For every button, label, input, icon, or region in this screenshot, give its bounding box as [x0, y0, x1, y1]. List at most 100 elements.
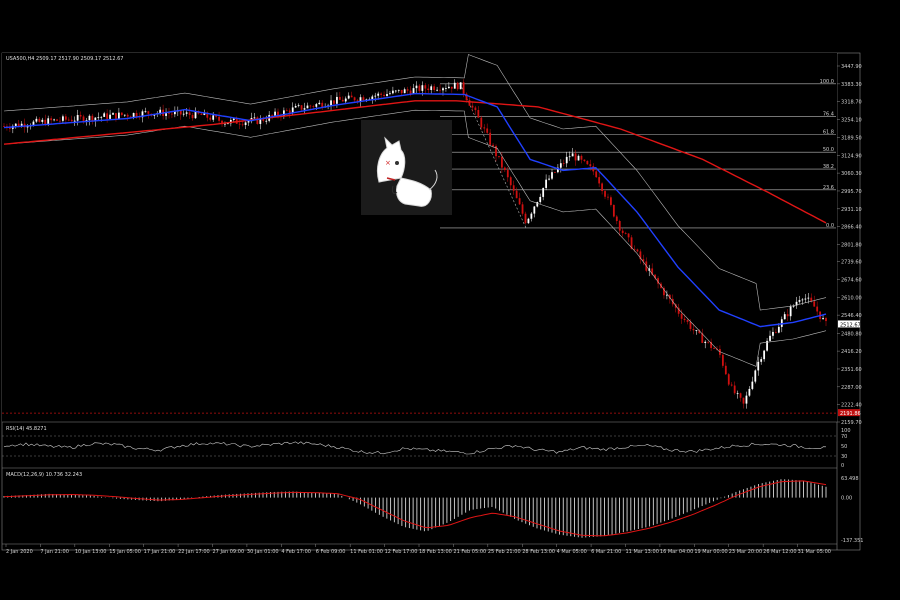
candle-body [789, 306, 792, 317]
candle-body [515, 190, 518, 199]
candle-body [135, 112, 138, 117]
candle-body [26, 126, 29, 128]
candle-body [244, 122, 247, 126]
candle-body [604, 191, 606, 197]
candle-body [589, 164, 592, 167]
candle-body [492, 144, 494, 146]
candle-body [35, 118, 38, 122]
candle-body [786, 314, 789, 317]
price-tick-label: 3189.50 [841, 135, 862, 141]
candle-body [70, 119, 73, 122]
rsi-label: RSI(14) 45.8271 [6, 426, 47, 432]
candle-body [521, 204, 524, 214]
price-tick-label: 2416.20 [841, 349, 862, 355]
candle-body [64, 116, 67, 120]
time-tick-label: 7 Jan 21:00 [40, 549, 68, 555]
candle-body [571, 153, 574, 157]
candle-body [730, 384, 733, 386]
candle-body [427, 88, 430, 91]
trading-chart-window: USA500,H4 2509.17 2517.90 2509.17 2512.6… [0, 0, 900, 600]
candle-body [562, 163, 565, 165]
macd-tick-label: 0.00 [841, 496, 852, 502]
candle-body [76, 115, 79, 121]
candle-body [73, 120, 76, 122]
candle-body [686, 320, 689, 322]
time-tick-label: 11 Mar 13:00 [626, 549, 659, 555]
time-tick-label: 16 Mar 04:00 [660, 549, 693, 555]
candle-body [56, 119, 58, 121]
time-tick-label: 10 Jan 13:00 [75, 549, 107, 555]
candle-body [112, 113, 114, 115]
candle-body [309, 105, 312, 107]
candle-body [188, 112, 191, 115]
price-tick-label: 2674.60 [841, 278, 862, 284]
candle-body [59, 120, 61, 122]
candle-body [751, 381, 754, 389]
fib-level-label: 100.0 [820, 79, 834, 85]
candle-body [707, 341, 710, 343]
price-tick-label: 3124.90 [841, 153, 862, 159]
candle-body [615, 216, 618, 222]
candle-body [403, 89, 406, 94]
candle-body [471, 105, 474, 108]
price-tick-label: 2801.80 [841, 243, 862, 249]
candle-body [353, 97, 356, 101]
price-tick-label: 2546.40 [841, 313, 862, 319]
candle-body [733, 385, 736, 394]
time-tick-label: 23 Mar 20:00 [729, 549, 762, 555]
macd-tick-label: -137.351 [841, 538, 863, 544]
time-tick-label: 12 Feb 17:00 [385, 549, 418, 555]
current-price-label: 2512.67 [838, 320, 861, 328]
candle-body [721, 354, 724, 366]
time-tick-label: 18 Feb 13:00 [419, 549, 452, 555]
candle-body [807, 297, 810, 299]
main-price-panel[interactable]: USA500,H4 2509.17 2517.90 2509.17 2512.6… [2, 53, 862, 426]
candle-body [209, 117, 212, 120]
rsi-tick-label: 0 [841, 463, 844, 469]
candle-body [256, 117, 259, 124]
macd-tick-label: 63.498 [841, 476, 859, 482]
candle-body [627, 233, 630, 238]
candle-body [238, 123, 241, 125]
price-axis-ticks: 3447.90 3383.30 3318.70 3254.10 3189.50 3124.… [837, 64, 862, 426]
candle-body [713, 347, 715, 349]
candle-body [477, 110, 480, 118]
candle-body [633, 248, 636, 250]
candle-body [436, 89, 438, 91]
candle-body [486, 128, 489, 133]
candle-body [409, 90, 412, 94]
fib-level-label: 76.4 [823, 112, 834, 118]
candle-body [97, 117, 100, 119]
time-tick-label: 27 Jan 09:00 [213, 549, 245, 555]
rsi-tick-label: 70 [841, 434, 847, 440]
candle-body [415, 85, 418, 89]
candle-body [120, 112, 123, 115]
candle-body [312, 106, 315, 107]
candle-body [512, 185, 515, 191]
svg-text:2512.67: 2512.67 [840, 322, 861, 328]
candle-body [453, 82, 456, 89]
candle-body [777, 326, 780, 333]
candle-body [344, 98, 347, 102]
candle-body [801, 299, 804, 301]
candle-body [347, 95, 350, 99]
fib-level-label: 0.0 [826, 223, 834, 229]
time-tick-label: 21 Feb 05:00 [453, 549, 486, 555]
candle-body [67, 119, 70, 121]
candle-body [518, 198, 521, 205]
candle-body [580, 155, 583, 160]
candle-body [533, 206, 536, 214]
time-tick-label: 17 Jan 21:00 [144, 549, 176, 555]
time-tick-label: 11 Feb 01:00 [350, 549, 383, 555]
rsi-tick-label: 30 [841, 454, 847, 460]
candle-body [212, 115, 215, 120]
price-tick-label: 3447.90 [841, 64, 862, 70]
candle-body [760, 359, 763, 362]
candle-body [816, 306, 819, 312]
candle-body [825, 318, 827, 322]
candle-body [822, 318, 824, 319]
time-tick-label: 28 Feb 13:00 [522, 549, 555, 555]
candle-body [736, 393, 739, 395]
candle-body [300, 105, 303, 110]
candle-body [103, 113, 106, 117]
